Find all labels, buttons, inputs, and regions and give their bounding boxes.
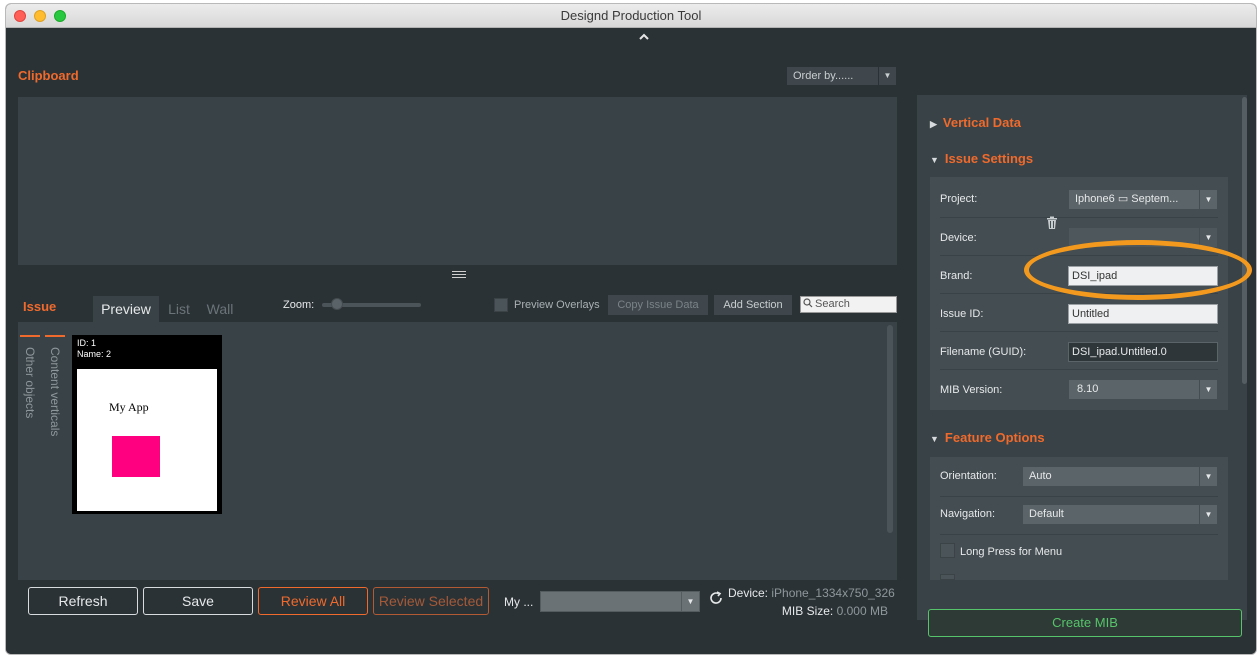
long-press-checkbox[interactable] [940,543,955,558]
close-window-button[interactable] [14,10,26,22]
mib-size-info: MIB Size: 0.000 MB [728,604,888,618]
brand-label: Brand: [940,270,973,282]
separator [940,369,1218,370]
device-value: iPhone_1334x750_326 [771,586,895,600]
chevron-down-icon: ▼ [878,67,896,85]
order-by-value: Order by...... [793,70,854,82]
separator [940,217,1218,218]
search-input[interactable]: Search [800,296,897,313]
zoom-window-button[interactable] [54,10,66,22]
card-name: Name: 2 [77,349,112,359]
clipboard-area[interactable] [18,97,897,265]
device-field-label: Device: [940,232,977,244]
mib-version-label: MIB Version: [940,384,1003,396]
issue-title: Issue [23,299,57,314]
chevron-down-icon: ▼ [1199,190,1217,209]
window-title: Designd Production Tool [560,8,702,23]
chevron-down-icon: ▼ [681,592,699,611]
create-mib-button[interactable]: Create MIB [928,609,1242,637]
zoom-label: Zoom: [283,299,315,311]
copy-issue-data-button[interactable]: Copy Issue Data [608,295,708,315]
my-select[interactable]: ▼ [540,591,700,612]
mib-size-value: 0.000 MB [836,604,888,618]
preview-overlays-label: Preview Overlays [514,299,600,311]
search-icon [803,298,813,313]
long-press-label: Long Press for Menu [960,546,1063,558]
card-meta: ID: 1 Name: 2 [77,338,111,360]
preview-overlays-checkbox[interactable] [494,298,508,312]
order-by-select[interactable]: Order by...... ▼ [786,66,897,86]
filename-input[interactable]: DSI_ipad.Untitled.0 [1068,342,1218,362]
chevron-down-icon: ▼ [1199,380,1217,399]
tab-preview[interactable]: Preview [93,296,159,322]
tab-wall[interactable]: Wall [201,296,239,322]
right-panel-scrollbar[interactable] [1242,97,1247,384]
chevron-down-icon: ▼ [1199,505,1217,524]
issue-id-label: Issue ID: [940,308,984,320]
navigation-value: Default [1029,508,1064,520]
clipboard-title: Clipboard [18,68,79,83]
other-objects-tab-indicator [20,335,40,337]
search-placeholder: Search [815,298,850,310]
device-label: Device: [728,586,769,600]
trash-icon[interactable] [1046,216,1058,230]
vertical-data-header[interactable]: ▶ Vertical Data [930,115,1021,130]
device-info: Device: iPhone_1334x750_326 [728,586,895,600]
main-content: Clipboard Order by...... ▼ Issue Preview… [6,29,1256,654]
zoom-slider-thumb[interactable] [330,298,343,310]
orientation-value: Auto [1029,470,1052,482]
triangle-right-icon: ▶ [930,119,937,129]
refresh-button[interactable]: Refresh [28,587,138,615]
navigation-label: Navigation: [940,508,996,520]
reload-icon[interactable] [707,591,725,609]
issue-id-input[interactable]: Untitled [1068,304,1218,324]
chevron-down-icon: ▼ [1199,467,1217,486]
issue-settings-header[interactable]: ▼ Issue Settings [930,151,1033,166]
mib-version-select[interactable]: 8.10 ▼ [1068,379,1218,400]
separator [940,331,1218,332]
navigation-select[interactable]: Default ▼ [1022,504,1218,525]
title-bar: Designd Production Tool [6,4,1256,28]
separator [940,534,1218,535]
filename-label: Filename (GUID): [940,346,1027,358]
mib-version-value: 8.10 [1077,383,1099,395]
project-label: Project: [940,193,978,205]
review-all-button[interactable]: Review All [258,587,368,615]
splitter-handle[interactable] [452,271,466,279]
issue-scrollbar[interactable] [887,325,893,533]
tab-other-objects[interactable]: Other objects [20,347,40,418]
tab-content-verticals[interactable]: Content verticals [45,347,65,436]
highlight-annotation [1024,240,1252,300]
page-card[interactable]: ID: 1 Name: 2 My App [72,335,222,514]
save-button[interactable]: Save [143,587,253,615]
project-select[interactable]: Iphone6 ▭ Septem... ▼ [1068,189,1218,210]
card-preview: My App [77,369,217,511]
card-id: ID: 1 [77,338,97,348]
orientation-label: Orientation: [940,470,997,482]
feature-options-header[interactable]: ▼ Feature Options [930,430,1045,445]
mib-size-label: MIB Size: [781,604,834,618]
content-verticals-tab-indicator [45,335,65,337]
my-label: My ... [504,595,534,609]
collapse-up-icon[interactable] [634,31,654,45]
card-pink-box [112,436,160,477]
add-section-button[interactable]: Add Section [714,295,792,315]
app-window: Designd Production Tool Clipboard Order … [6,4,1256,654]
tab-list[interactable]: List [161,296,197,322]
card-app-name: My App [109,400,149,414]
minimize-window-button[interactable] [34,10,46,22]
next-option-checkbox[interactable] [940,574,955,580]
review-selected-button[interactable]: Review Selected [373,587,489,615]
triangle-down-icon: ▼ [930,155,939,165]
triangle-down-icon: ▼ [930,434,939,444]
project-value: Iphone6 ▭ Septem... [1075,193,1179,205]
orientation-select[interactable]: Auto ▼ [1022,466,1218,487]
separator [940,496,1218,497]
